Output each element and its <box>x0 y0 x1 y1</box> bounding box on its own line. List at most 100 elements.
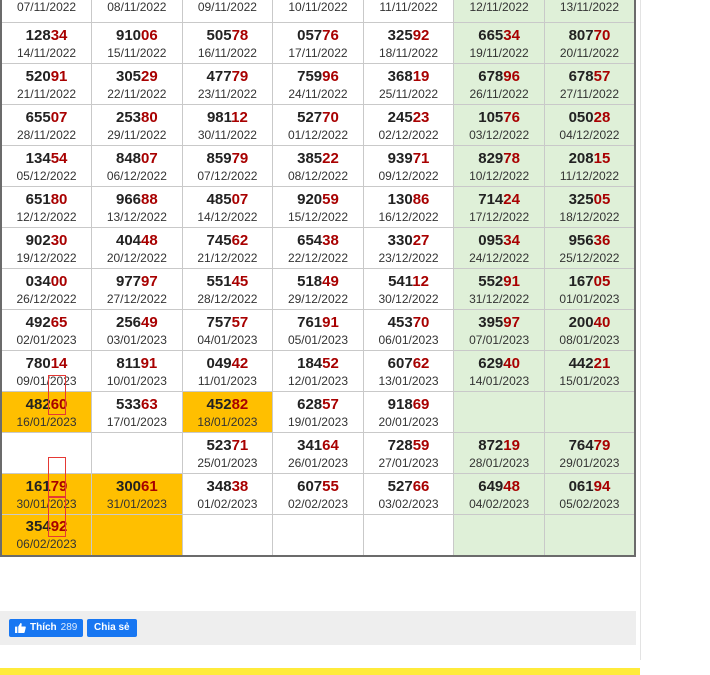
result-cell: 25380 29/11/2022 <box>91 104 183 146</box>
result-cell: 04942 11/01/2023 <box>181 350 274 392</box>
facebook-share-button[interactable]: Chia sẻ <box>87 619 137 637</box>
result-date: 01/02/2023 <box>197 496 258 511</box>
table-row: 07/11/2022 08/11/2022 09/11/2022 10/11/2022… <box>0 0 636 23</box>
result-date: 07/11/2022 <box>16 0 77 14</box>
result-number: 53363 <box>92 395 182 414</box>
number-prefix: 918 <box>387 395 413 413</box>
number-prefix: 492 <box>25 313 51 331</box>
number-last-two-digits: 14 <box>50 354 68 372</box>
number-prefix: 628 <box>297 395 323 413</box>
number-prefix: 453 <box>387 313 413 331</box>
result-date: 03/01/2023 <box>106 332 167 347</box>
number-last-two-digits: 69 <box>412 395 430 413</box>
result-cell: 52371 25/01/2023 <box>181 432 274 474</box>
result-number: 74562 <box>183 231 273 250</box>
result-cell: 18452 12/01/2023 <box>272 350 364 392</box>
number-last-two-digits: 57 <box>231 313 249 331</box>
table-row: 90230 19/12/2022 40448 20/12/2022 74562 21/12… <box>0 227 636 269</box>
number-prefix: 629 <box>478 354 504 372</box>
result-number: 51849 <box>273 272 363 291</box>
number-last-two-digits: 05 <box>593 272 611 290</box>
result-cell <box>453 391 545 433</box>
result-date: 21/12/2022 <box>197 250 258 265</box>
result-number: 47779 <box>183 67 273 86</box>
number-last-two-digits: 92 <box>412 26 430 44</box>
result-date: 12/01/2023 <box>287 373 348 388</box>
result-cell: 54112 30/12/2022 <box>362 268 455 310</box>
number-last-two-digits: 34 <box>503 231 520 249</box>
number-last-two-digits: 91 <box>140 354 158 372</box>
result-date: 23/12/2022 <box>378 250 439 265</box>
number-last-two-digits: 94 <box>593 477 611 495</box>
number-last-two-digits: 00 <box>50 272 68 290</box>
result-number: 33027 <box>364 231 454 250</box>
number-last-two-digits: 22 <box>322 149 339 167</box>
result-cell: 09/11/2022 <box>181 0 274 23</box>
result-date: 27/01/2023 <box>378 455 439 470</box>
result-cell: 80770 20/11/2022 <box>543 22 636 64</box>
result-cell: 16705 01/01/2023 <box>543 268 636 310</box>
number-last-two-digits: 52 <box>322 354 339 372</box>
result-date: 11/12/2022 <box>559 168 620 183</box>
number-last-two-digits: 82 <box>231 395 249 413</box>
result-date: 29/12/2022 <box>287 291 348 306</box>
number-prefix: 477 <box>206 67 232 85</box>
number-last-two-digits: 59 <box>322 190 339 208</box>
number-prefix: 848 <box>115 149 142 167</box>
number-last-two-digits: 36 <box>593 231 611 249</box>
result-date: 24/12/2022 <box>469 250 530 265</box>
result-cell: 85979 07/12/2022 <box>181 145 274 187</box>
result-cell: 67896 26/11/2022 <box>453 63 545 105</box>
result-cell: 95636 25/12/2022 <box>543 227 636 269</box>
result-date: 18/11/2022 <box>378 45 439 60</box>
result-cell: 74562 21/12/2022 <box>181 227 274 269</box>
facebook-share-bar: Thích 289 Chia sẻ <box>0 611 636 645</box>
result-date: 30/11/2022 <box>197 127 257 142</box>
result-number: 54112 <box>364 272 454 291</box>
result-cell: 72859 27/01/2023 <box>362 432 455 474</box>
result-date: 31/01/2023 <box>106 496 167 511</box>
result-cell: 36819 25/11/2022 <box>362 63 455 105</box>
result-number: 48260 <box>2 374 91 415</box>
number-prefix: 764 <box>568 436 594 454</box>
result-date: 07/12/2022 <box>197 168 258 183</box>
number-prefix: 184 <box>297 354 323 372</box>
result-date: 04/02/2023 <box>469 496 530 511</box>
facebook-like-button[interactable]: Thích 289 <box>9 619 84 637</box>
result-number: 90230 <box>2 231 91 250</box>
result-number: 67857 <box>545 67 634 86</box>
result-cell: 49265 02/01/2023 <box>0 309 93 351</box>
result-number: 65180 <box>2 190 91 209</box>
result-cell <box>91 432 183 474</box>
number-prefix: 300 <box>115 477 142 495</box>
number-last-two-digits: 19 <box>412 67 430 85</box>
result-date: 22/11/2022 <box>107 86 167 101</box>
result-date: 01/01/2023 <box>559 291 620 306</box>
result-date: 22/12/2022 <box>287 250 348 265</box>
number-last-two-digits: 21 <box>593 354 611 372</box>
result-date: 06/02/2023 <box>16 537 77 552</box>
result-number: 05028 <box>545 108 634 127</box>
result-cell: 13086 16/12/2022 <box>362 186 455 228</box>
result-cell: 76191 05/01/2023 <box>272 309 364 351</box>
result-number: 09534 <box>454 231 544 250</box>
result-cell: 64948 04/02/2023 <box>453 473 545 515</box>
number-last-two-digits: 88 <box>141 190 158 208</box>
result-date: 07/01/2023 <box>469 332 530 347</box>
result-number: 38522 <box>273 149 363 168</box>
result-number: 32505 <box>545 190 634 209</box>
result-number: 05776 <box>273 26 363 45</box>
result-cell: 52770 01/12/2022 <box>272 104 364 146</box>
number-last-two-digits: 70 <box>593 26 611 44</box>
result-number: 04942 <box>183 354 273 373</box>
number-prefix: 523 <box>206 436 232 454</box>
result-cell: 82978 10/12/2022 <box>453 145 545 187</box>
result-number: 65438 <box>273 231 363 250</box>
result-cell <box>0 432 93 474</box>
result-cell: 30061 31/01/2023 <box>91 473 183 515</box>
result-cell <box>453 514 545 556</box>
number-last-two-digits: 12 <box>412 272 429 290</box>
number-last-two-digits: 80 <box>141 108 158 126</box>
number-last-two-digits: 06 <box>141 26 158 44</box>
number-last-two-digits: 49 <box>141 313 158 331</box>
